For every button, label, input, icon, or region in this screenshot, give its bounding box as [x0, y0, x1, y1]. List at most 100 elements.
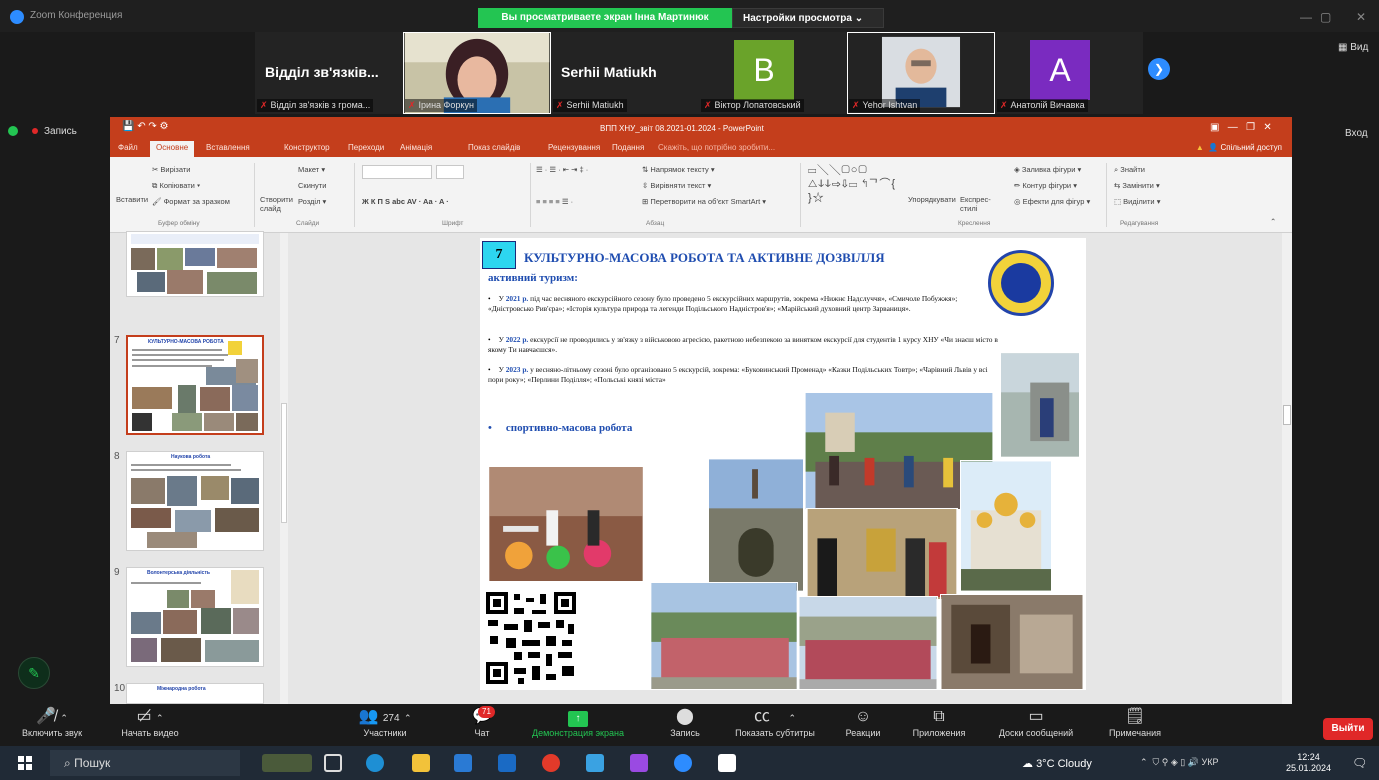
- chrome-icon[interactable]: [542, 754, 560, 772]
- tab-home[interactable]: Основне: [150, 141, 195, 157]
- zoom-taskbar-icon[interactable]: [674, 754, 692, 772]
- format-painter-button[interactable]: 🖌 Формат за зразком: [152, 197, 230, 206]
- paste-button[interactable]: Вставити: [116, 195, 148, 204]
- taskbar-widget-icon[interactable]: [262, 754, 312, 772]
- slides-group-label: Слайди: [296, 220, 320, 227]
- reactions-label: Реакции: [845, 728, 881, 738]
- view-settings-dropdown[interactable]: Настройки просмотра ⌄: [732, 8, 884, 28]
- align-text-button[interactable]: ⇳ Вирівняти текст ▾: [642, 181, 711, 190]
- recording-indicator[interactable]: Запись: [8, 122, 77, 142]
- quick-access-toolbar[interactable]: 💾 ↶ ↷ ⚙: [122, 121, 169, 132]
- tab-view[interactable]: Подання: [612, 143, 644, 152]
- participants-button[interactable]: 👥 274 ⌃ Участники: [350, 706, 420, 738]
- photos-icon[interactable]: [586, 754, 604, 772]
- font-format-buttons[interactable]: Ж К П S abc AV · Aa · A ·: [362, 197, 449, 206]
- text-direction-button[interactable]: ⇅ Напрямок тексту ▾: [642, 165, 715, 174]
- tab-design[interactable]: Конструктор: [284, 143, 330, 152]
- scrollbar-thumb[interactable]: [281, 403, 287, 523]
- font-name-dropdown[interactable]: [362, 165, 432, 179]
- slide-thumbnail[interactable]: [126, 231, 264, 297]
- task-view-icon[interactable]: [324, 754, 342, 772]
- notes-button[interactable]: 🗒 Примечания: [1100, 706, 1170, 738]
- participant-tile[interactable]: ✗ Yehor Ishtvan: [847, 32, 995, 114]
- apps-button[interactable]: ⧉ Приложения: [904, 706, 974, 738]
- shapes-gallery[interactable]: ▭╲╲▢○▢ △ↆↆ⇨⇩▭ ↰ᄀ⌒{ }☆: [808, 163, 904, 205]
- share-button[interactable]: ▲ 👤 Спільний доступ: [1196, 143, 1282, 152]
- align-buttons[interactable]: ≡ ≡ ≡ ≡ ☰ ·: [536, 197, 573, 206]
- new-slide-button[interactable]: Створити слайд: [260, 195, 293, 213]
- share-label: Спільний доступ: [1220, 143, 1282, 152]
- thumbnails-scrollbar[interactable]: [280, 233, 288, 704]
- slide-thumbnail[interactable]: Волонтерська діяльність: [126, 567, 264, 667]
- participant-tile[interactable]: A ✗ Анатолій Вичавка: [995, 32, 1143, 114]
- copy-button[interactable]: ⧉ Копіювати ▾: [152, 181, 200, 191]
- next-page-arrow-icon[interactable]: ❯: [1148, 58, 1170, 80]
- edge-icon[interactable]: [366, 754, 384, 772]
- store-icon[interactable]: [454, 754, 472, 772]
- share-screen-button[interactable]: ↑ Демонстрация экрана: [528, 706, 628, 738]
- slide-thumbnail[interactable]: Наукова робота: [126, 451, 264, 551]
- unmute-button[interactable]: 🎤̸ ⌃ Включить звук: [12, 706, 92, 738]
- tab-insert[interactable]: Вставлення: [206, 143, 250, 152]
- slide-thumbnail[interactable]: Міжнародна робота: [126, 683, 264, 704]
- clock[interactable]: 12:24 25.01.2024: [1286, 752, 1331, 774]
- font-size-dropdown[interactable]: [436, 165, 464, 179]
- slide-thumbnail-selected[interactable]: КУЛЬТУРНО-МАСОВА РОБОТА: [126, 335, 264, 435]
- find-button[interactable]: ⌕ Знайти: [1114, 165, 1145, 175]
- tab-review[interactable]: Рецензування: [548, 143, 600, 152]
- whiteboard-icon: ▭: [1028, 708, 1044, 725]
- record-button[interactable]: ⬤ Запись: [660, 706, 710, 738]
- view-button[interactable]: ▦ Вид: [1338, 42, 1368, 53]
- participant-tile[interactable]: ✗ Ірина Форкун: [403, 32, 551, 114]
- mail-icon[interactable]: [498, 754, 516, 772]
- replace-button[interactable]: ⇆ Замінити ▾: [1114, 181, 1160, 190]
- shape-outline-button[interactable]: ✏ Контур фігури ▾: [1014, 181, 1077, 190]
- tab-animations[interactable]: Анімація: [400, 143, 432, 152]
- close-icon[interactable]: ✕: [1356, 10, 1366, 24]
- list-buttons[interactable]: ☰ · ☰ · ⇤ ⇥ ‡ ·: [536, 165, 588, 174]
- scrollbar-thumb[interactable]: [1283, 405, 1291, 425]
- whiteboards-button[interactable]: ▭ Доски сообщений: [986, 706, 1086, 738]
- tab-slideshow[interactable]: Показ слайдів: [468, 143, 520, 152]
- slide-scrollbar[interactable]: [1282, 233, 1292, 704]
- file-explorer-icon[interactable]: [412, 754, 430, 772]
- start-video-button[interactable]: ▭̸ ⌃ Начать видео: [110, 706, 190, 738]
- quick-styles-button[interactable]: Експрес-стилі: [960, 195, 1000, 213]
- login-button[interactable]: Вход: [1345, 128, 1368, 139]
- tab-transitions[interactable]: Переходи: [348, 143, 384, 152]
- window-controls[interactable]: ▣ — ❐ ✕: [1210, 122, 1272, 133]
- smile-icon: ☺: [854, 708, 872, 725]
- document-icon[interactable]: [718, 754, 736, 772]
- participant-tile[interactable]: Відділ зв'язків... ✗ Відділ зв'язків з гр…: [255, 32, 403, 114]
- annotate-pencil-icon[interactable]: ✎: [18, 657, 50, 689]
- leave-button[interactable]: Выйти: [1323, 718, 1373, 740]
- windows-start-icon[interactable]: [18, 756, 32, 770]
- participant-tile[interactable]: B ✗ Віктор Лопатовський: [699, 32, 847, 114]
- collapse-ribbon-icon[interactable]: ⌃: [1270, 217, 1276, 226]
- viber-icon[interactable]: [630, 754, 648, 772]
- mic-muted-icon: ✗: [1000, 100, 1008, 110]
- layout-button[interactable]: Макет ▾: [298, 165, 325, 174]
- reset-button[interactable]: Скинути: [298, 181, 326, 190]
- chat-button[interactable]: 💬71Чат: [462, 706, 502, 738]
- weather-widget[interactable]: ☁ 3°C Cloudy: [1022, 757, 1092, 770]
- captions-button[interactable]: ㏄ ⌃ Показать субтитры: [722, 706, 828, 738]
- tab-file[interactable]: Файл: [118, 143, 138, 152]
- shape-effects-button[interactable]: ◎ Ефекти для фігур ▾: [1014, 197, 1090, 206]
- slide[interactable]: 7 КУЛЬТУРНО-МАСОВА РОБОТА ТА АКТИВНЕ ДОЗ…: [480, 238, 1086, 690]
- smartart-button[interactable]: ⊞ Перетворити на об'єкт SmartArt ▾: [642, 197, 766, 206]
- minimize-icon[interactable]: —: [1300, 10, 1312, 24]
- select-button[interactable]: ⬚ Виділити ▾: [1114, 197, 1160, 206]
- restore-icon[interactable]: ▢: [1320, 10, 1331, 24]
- system-tray[interactable]: ⌃ ⛉ ⚲ ◈ ▯ 🔊 УКР: [1140, 757, 1218, 768]
- reactions-button[interactable]: ☺ Реакции: [838, 706, 888, 738]
- arrange-button[interactable]: Упорядкувати: [908, 195, 956, 204]
- notification-icon[interactable]: 🗨: [1352, 756, 1367, 770]
- participant-tile[interactable]: Serhii Matiukh ✗ Serhii Matiukh: [551, 32, 699, 114]
- cut-button[interactable]: ✂ Вирізати: [152, 165, 190, 174]
- shape-fill-button[interactable]: ◈ Заливка фігури ▾: [1014, 165, 1081, 174]
- taskbar-search[interactable]: ⌕ Пошук: [50, 750, 240, 776]
- section-button[interactable]: Розділ ▾: [298, 197, 326, 206]
- tell-me-search[interactable]: Скажіть, що потрібно зробити...: [658, 143, 775, 152]
- participant-avatar: A: [1030, 40, 1090, 100]
